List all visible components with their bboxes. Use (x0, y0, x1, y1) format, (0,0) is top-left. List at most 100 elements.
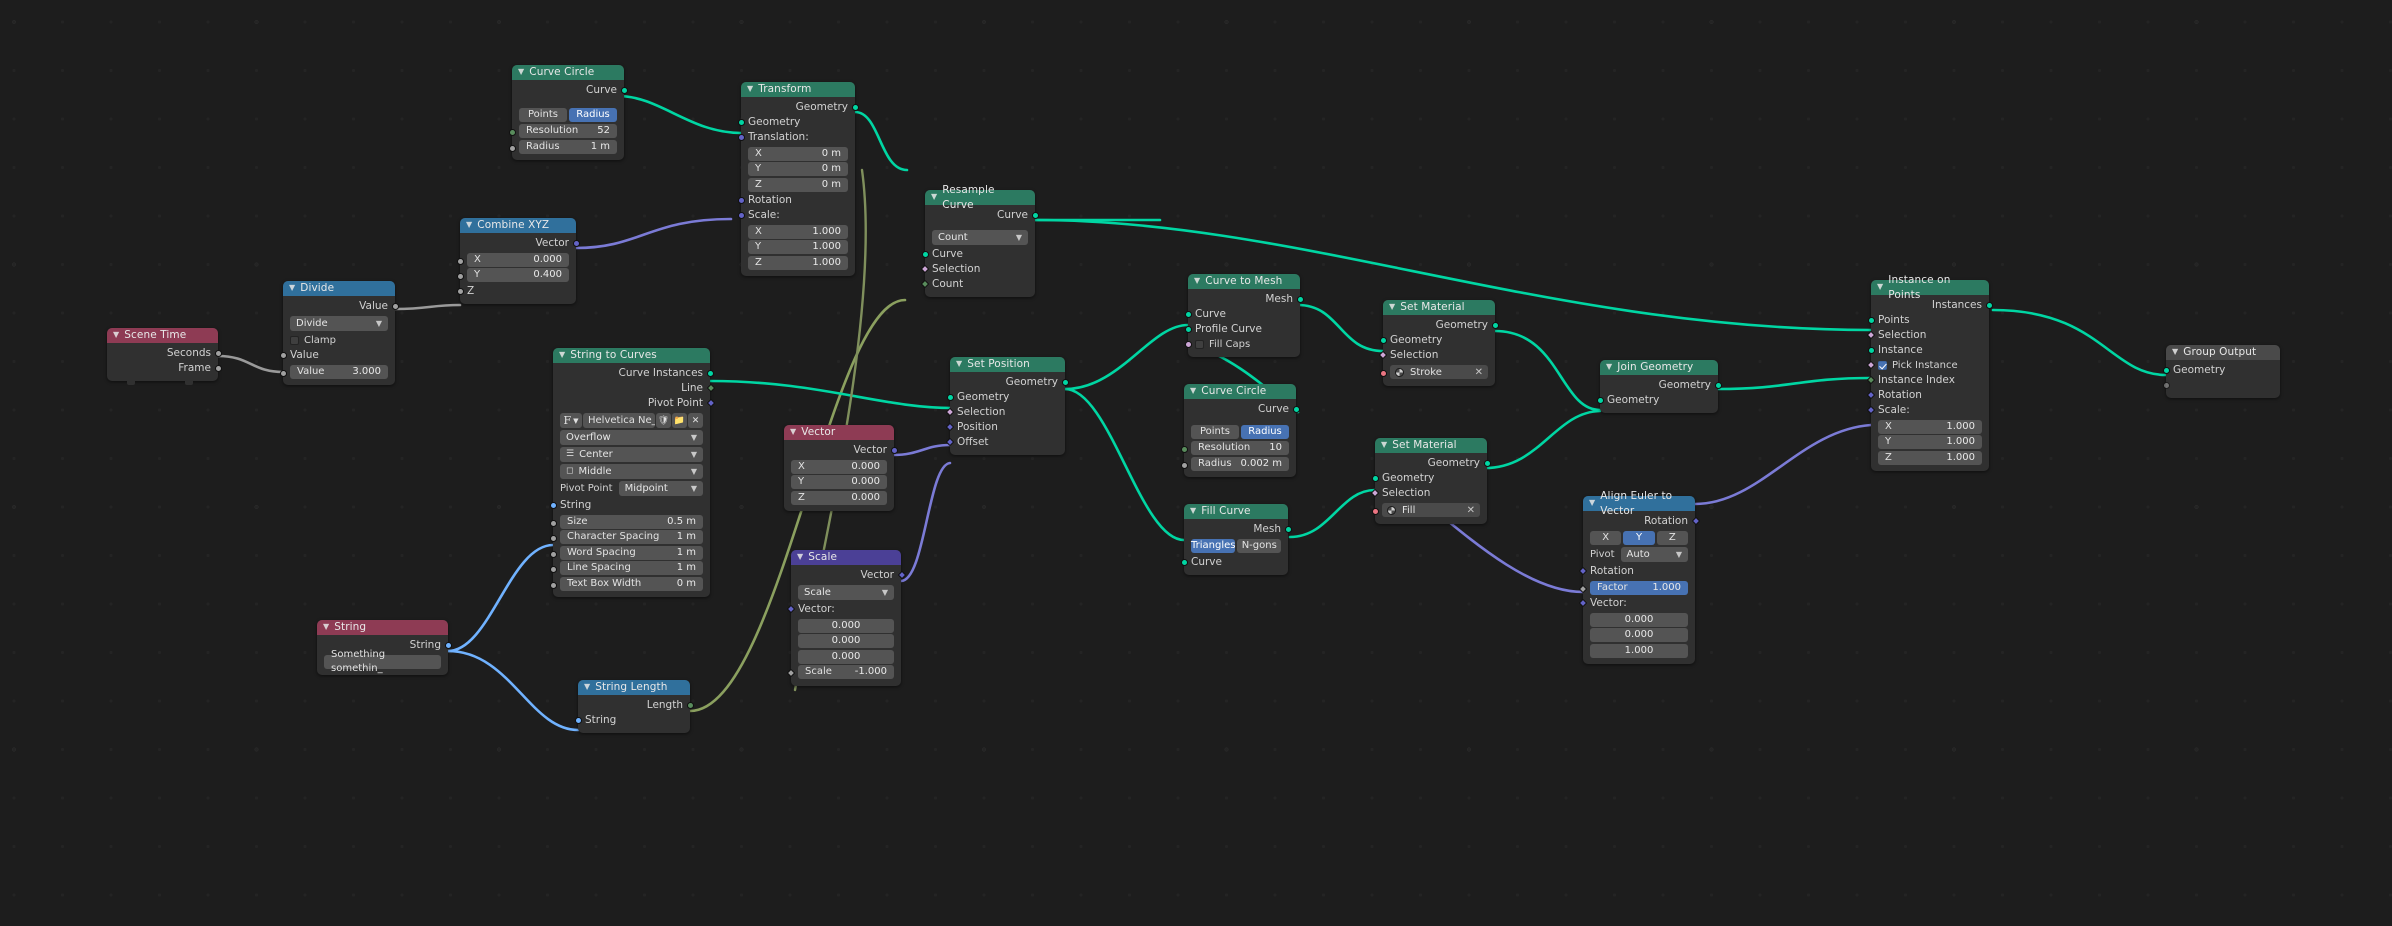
node-string-to-curves[interactable]: ▼ String to Curves Curve Instances Line … (549, 348, 715, 597)
word-spacing-field[interactable]: Word Spacing 1 m (560, 545, 703, 560)
socket-radius[interactable] (508, 144, 516, 152)
socket-geometry-out[interactable] (851, 104, 859, 111)
node-editor-canvas[interactable]: ▼ Scene Time Seconds Frame ▼ Divide Valu… (0, 0, 2392, 926)
character-spacing-field[interactable]: Character Spacing 1 m (560, 530, 703, 544)
chevron-down-icon[interactable]: ▼ (1194, 273, 1200, 288)
socket-string[interactable] (549, 502, 557, 509)
node-resample-curve[interactable]: ▼ Resample Curve Curve Count ▼ Curve Sel… (920, 184, 1039, 297)
node-header[interactable]: ▼ Scene Time (107, 328, 218, 343)
chevron-down-icon[interactable]: ▼ (790, 424, 796, 439)
scale-z-field[interactable]: Z 1.000 (1878, 450, 1982, 465)
socket-instances-out[interactable] (1985, 302, 1993, 309)
node-header[interactable]: ▼ Curve to Mesh (1188, 274, 1300, 289)
socket-length-out[interactable] (686, 702, 694, 709)
socket-curve-out[interactable] (1292, 406, 1300, 413)
socket-vector-in[interactable] (786, 604, 795, 614)
node-header[interactable]: ▼ Scale (791, 550, 901, 565)
chevron-down-icon[interactable]: ▼ (1381, 437, 1387, 452)
mode-dropdown[interactable]: Count ▼ (932, 230, 1028, 245)
scale-field[interactable]: Scale -1.000 (798, 665, 894, 679)
socket-mesh-out[interactable] (1284, 526, 1292, 533)
font-icon[interactable]: F ▼ (560, 413, 582, 428)
socket-points[interactable] (1867, 317, 1875, 324)
chevron-down-icon[interactable]: ▼ (323, 619, 329, 634)
node-vector[interactable]: ▼ Vector Vector X 0.000 Y 0.000 Z 0.000 (784, 425, 898, 511)
font-name-field[interactable]: Helvetica Ne_ (583, 413, 655, 428)
socket-geometry-in[interactable] (1596, 397, 1604, 404)
socket-pivot-point[interactable] (706, 398, 715, 408)
socket-resolution[interactable] (1180, 446, 1188, 453)
socket-geometry-in[interactable] (737, 119, 745, 126)
socket-mesh-out[interactable] (1296, 296, 1304, 303)
socket-value2-in[interactable] (279, 369, 287, 377)
pivot-point-row[interactable]: Pivot Point Midpoint ▼ (560, 481, 703, 496)
node-transform[interactable]: ▼ Transform Geometry Geometry Translatio… (737, 82, 859, 276)
vector-x-field[interactable]: X 0.000 (791, 459, 887, 474)
node-scene-time[interactable]: ▼ Scene Time Seconds Frame (107, 328, 222, 385)
node-align-euler-to-vector[interactable]: ▼ Align Euler to Vector Rotation X Y Z P… (1578, 490, 1700, 664)
chevron-down-icon[interactable]: ▼ (1877, 279, 1883, 294)
socket-fill-caps[interactable] (1184, 341, 1192, 348)
scale-x-field[interactable]: X 1.000 (1878, 419, 1982, 434)
text-box-width-field[interactable]: Text Box Width 0 m (560, 576, 703, 591)
chevron-down-icon[interactable]: ▼ (931, 189, 937, 204)
socket-pick-instance[interactable] (1866, 360, 1875, 370)
chevron-down-icon[interactable]: ▼ (2172, 344, 2178, 359)
chevron-down-icon[interactable]: ▼ (518, 64, 524, 79)
chevron-down-icon[interactable]: ▼ (1190, 503, 1196, 518)
font-selector-row[interactable]: F ▼ Helvetica Ne_ 🛡 📁 ✕ (560, 413, 703, 428)
node-header[interactable]: ▼ String (317, 620, 448, 635)
socket-geometry-out[interactable] (1061, 379, 1069, 386)
node-header[interactable]: ▼ Transform (741, 82, 855, 97)
socket-geometry-out[interactable] (1483, 460, 1491, 467)
chevron-down-icon[interactable]: ▼ (113, 327, 119, 342)
fill-caps-row[interactable]: Fill Caps (1184, 337, 1300, 352)
node-string-length[interactable]: ▼ String Length Length String (574, 680, 694, 733)
socket-string-in[interactable] (574, 717, 582, 724)
scale-z-field[interactable]: Z 1.000 (748, 255, 848, 270)
node-set-material-fill[interactable]: ▼ Set Material Geometry Geometry Selecti… (1370, 437, 1491, 524)
operation-dropdown[interactable]: Scale ▼ (798, 585, 894, 600)
socket-geometry-out[interactable] (1714, 382, 1722, 389)
socket-selection[interactable] (1378, 350, 1387, 360)
translation-z-field[interactable]: Z 0 m (748, 177, 848, 192)
mode-toggle[interactable]: Points Radius (1191, 425, 1289, 439)
chevron-down-icon[interactable]: ▼ (584, 679, 590, 694)
socket-geometry-in[interactable] (1379, 337, 1387, 344)
value-field[interactable]: Value 3.000 (290, 364, 388, 379)
node-curve-circle-1[interactable]: ▼ Curve Circle Curve Points Radius Resol… (508, 64, 628, 160)
chevron-down-icon[interactable]: ▼ (956, 356, 962, 371)
socket-curve[interactable] (1184, 311, 1192, 318)
chevron-down-icon[interactable]: ▼ (466, 217, 472, 232)
socket-frame[interactable] (214, 365, 222, 372)
socket-scale[interactable] (786, 668, 795, 678)
socket-scale[interactable] (737, 212, 745, 219)
socket-material[interactable] (1371, 508, 1379, 515)
socket-geometry-in[interactable] (946, 394, 954, 401)
axis-y[interactable]: Y (1623, 531, 1655, 545)
pivot-dropdown[interactable]: Auto ▼ (1620, 547, 1688, 562)
node-header[interactable]: ▼ Divide (283, 281, 395, 296)
socket-y[interactable] (456, 273, 464, 280)
line-spacing-field[interactable]: Line Spacing 1 m (560, 561, 703, 575)
size-field[interactable]: Size 0.5 m (560, 514, 703, 529)
radius-field[interactable]: Radius 1 m (519, 139, 617, 154)
node-curve-circle-2[interactable]: ▼ Curve Circle Curve Points Radius Resol… (1180, 384, 1300, 477)
material-field[interactable]: Fill ✕ (1382, 503, 1480, 517)
socket-curve-instances[interactable] (706, 370, 714, 377)
node-header[interactable]: ▼ Combine XYZ (460, 218, 576, 233)
clamp-checkbox-row[interactable]: Clamp (283, 333, 395, 348)
fill-caps-checkbox[interactable] (1195, 340, 1204, 349)
chevron-down-icon[interactable]: ▼ (797, 549, 803, 564)
node-header[interactable]: ▼ Set Material (1383, 300, 1495, 315)
socket-line-spacing[interactable] (549, 566, 557, 573)
node-header[interactable]: ▼ Vector (784, 425, 894, 440)
socket-offset[interactable] (945, 437, 954, 447)
mode-points[interactable]: Points (519, 108, 567, 122)
mode-triangles[interactable]: Triangles (1191, 539, 1236, 553)
socket-count[interactable] (920, 279, 929, 289)
chevron-down-icon[interactable]: ▼ (1389, 299, 1395, 314)
node-header[interactable]: ▼ String Length (578, 680, 690, 695)
node-header[interactable]: ▼ Fill Curve (1184, 504, 1288, 519)
socket-instance-index[interactable] (1866, 375, 1875, 385)
